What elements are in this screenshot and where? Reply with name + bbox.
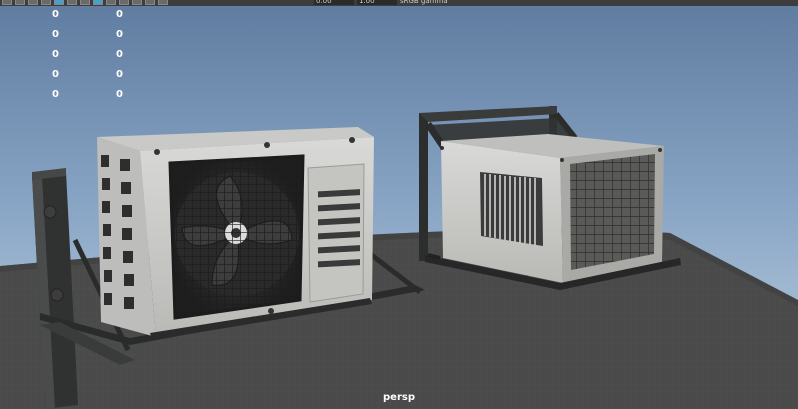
hud-value: 0 bbox=[116, 29, 123, 40]
hud-value: 0 bbox=[52, 9, 59, 20]
hud-value: 0 bbox=[52, 89, 59, 100]
camera-label: persp bbox=[383, 392, 415, 403]
hud-value: 0 bbox=[52, 69, 59, 80]
hud-value: 0 bbox=[52, 49, 59, 60]
hud-value: 0 bbox=[116, 89, 123, 100]
hud-value: 0 bbox=[52, 29, 59, 40]
window-ac-unit bbox=[419, 106, 681, 290]
scene-render[interactable] bbox=[0, 0, 798, 409]
hud-value: 0 bbox=[116, 9, 123, 20]
hud-value: 0 bbox=[116, 49, 123, 60]
hud-value: 0 bbox=[116, 69, 123, 80]
maya-viewport[interactable]: 0.00 1.00 sRGB gamma 0 0 0 0 0 0 0 0 0 0… bbox=[0, 0, 798, 409]
